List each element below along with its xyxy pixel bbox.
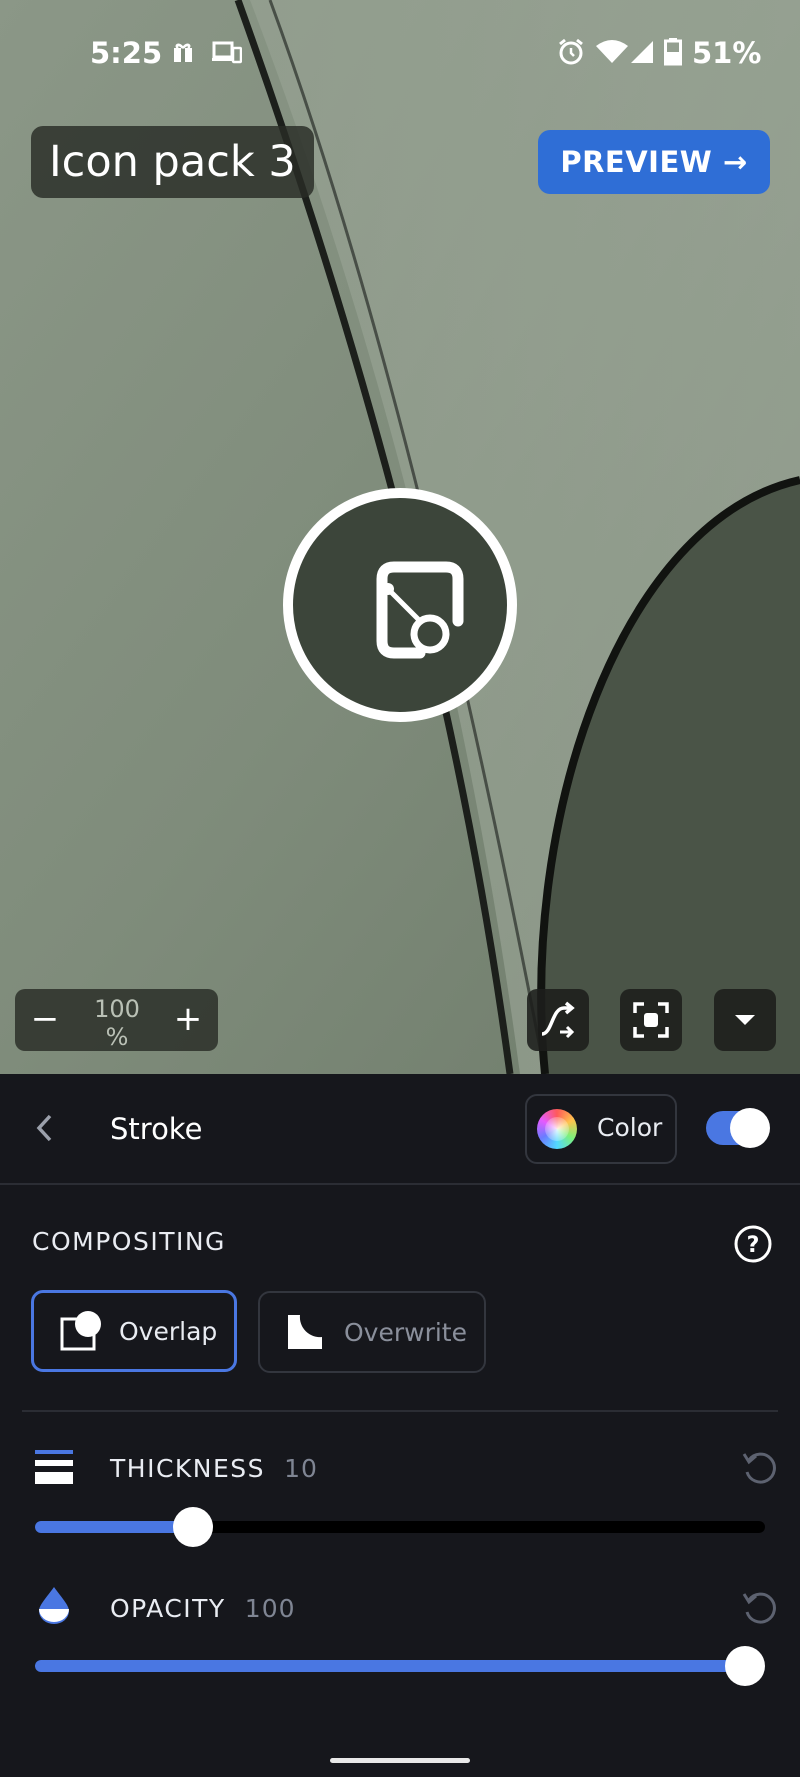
thickness-slider-thumb[interactable] <box>173 1507 213 1547</box>
frame-focus-icon <box>633 1002 669 1038</box>
color-label: Color <box>597 1113 663 1142</box>
opacity-row: OPACITY 100 <box>110 1594 296 1623</box>
stroke-toggle[interactable] <box>706 1108 770 1148</box>
thickness-row: THICKNESS 10 <box>110 1454 318 1483</box>
compositing-option-overlap[interactable]: Overlap <box>31 1290 237 1372</box>
zoom-in-button[interactable]: + <box>158 989 218 1051</box>
home-indicator[interactable] <box>330 1758 470 1763</box>
alarm-icon <box>559 38 583 65</box>
overwrite-icon <box>288 1315 322 1349</box>
status-bar: 5:25 51% <box>0 0 800 110</box>
collapse-panel-button[interactable] <box>714 989 776 1051</box>
devices-icon <box>212 41 242 64</box>
signal-icon <box>631 41 653 63</box>
back-chevron-icon[interactable] <box>34 1112 54 1144</box>
section-divider <box>22 1410 778 1412</box>
reset-icon[interactable] <box>740 1448 778 1486</box>
preview-button[interactable]: PREVIEW → <box>538 130 770 194</box>
toggle-knob <box>730 1108 770 1148</box>
icon-preview <box>283 488 517 722</box>
thickness-value: 10 <box>284 1454 318 1483</box>
opacity-value: 100 <box>244 1594 296 1623</box>
opacity-label: OPACITY <box>110 1594 226 1623</box>
zoom-value: 100 <box>94 995 140 1023</box>
battery-percent: 51% <box>692 36 762 70</box>
overwrite-label: Overwrite <box>344 1318 467 1347</box>
thickness-slider[interactable] <box>35 1507 765 1547</box>
zoom-out-button[interactable]: − <box>15 989 75 1051</box>
zoom-control: − 100 % + <box>15 989 218 1051</box>
stroke-settings-panel: Stroke Color COMPOSITING ? Overlap Overw… <box>0 1074 800 1777</box>
help-icon[interactable]: ? <box>733 1224 773 1264</box>
caret-down-icon <box>735 1015 755 1025</box>
icon-pack-title: Icon pack 3 <box>31 126 314 198</box>
status-time: 5:25 <box>90 36 163 70</box>
overlap-label: Overlap <box>119 1317 218 1346</box>
path-tool-button[interactable] <box>527 989 589 1051</box>
thickness-icon <box>35 1450 73 1484</box>
gift-icon <box>174 43 192 62</box>
wifi-icon <box>596 40 628 63</box>
color-wheel-icon <box>537 1109 577 1149</box>
header-divider <box>0 1183 800 1185</box>
opacity-slider[interactable] <box>35 1646 765 1686</box>
opacity-slider-fill <box>35 1660 745 1672</box>
color-button[interactable]: Color <box>525 1094 677 1164</box>
frame-tool-button[interactable] <box>620 989 682 1051</box>
section-title: Stroke <box>110 1112 203 1146</box>
compositing-option-overwrite[interactable]: Overwrite <box>258 1291 486 1373</box>
reset-icon[interactable] <box>740 1588 778 1626</box>
opacity-slider-thumb[interactable] <box>725 1646 765 1686</box>
zoom-level: 100 % <box>73 995 161 1051</box>
overlap-icon <box>60 1311 101 1351</box>
compositing-title: COMPOSITING <box>32 1227 226 1256</box>
icon-preview-canvas[interactable]: 5:25 51% Icon pack 3 PREVIEW → − 100 % + <box>0 0 800 1074</box>
opacity-drop-icon <box>39 1587 69 1624</box>
svg-text:?: ? <box>747 1233 760 1258</box>
path-route-icon <box>541 1001 575 1039</box>
thickness-label: THICKNESS <box>110 1454 266 1483</box>
zoom-unit: % <box>105 1023 129 1051</box>
thickness-slider-fill <box>35 1521 193 1533</box>
battery-icon <box>664 38 682 66</box>
